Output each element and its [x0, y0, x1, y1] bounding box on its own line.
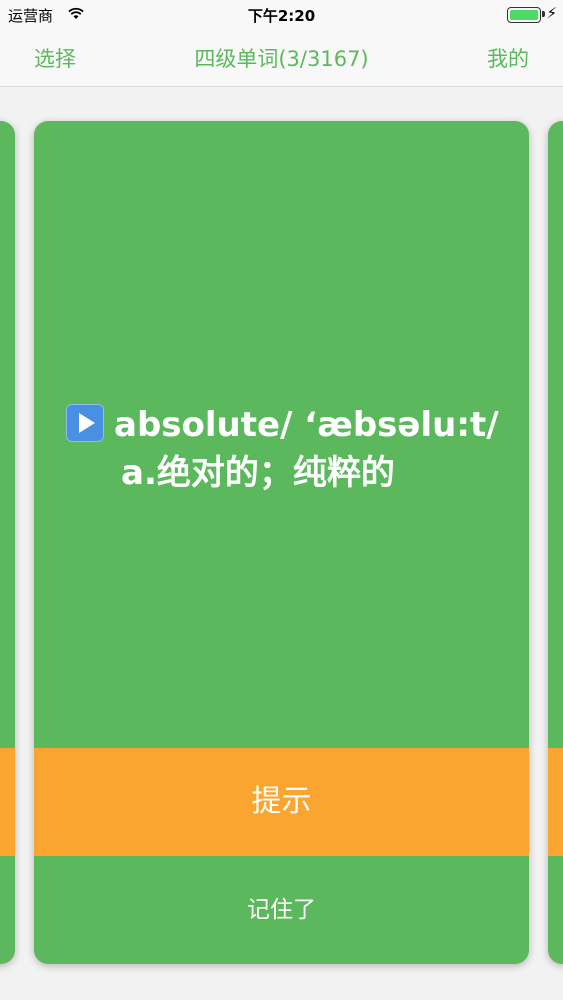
- battery-icon: [507, 7, 541, 23]
- card-carousel[interactable]: absolute/ ‘æbsəlu:t/ a.绝对的；纯粹的 提示 记住了: [0, 87, 563, 1000]
- clock: 下午2:20: [247, 7, 316, 25]
- next-card-hint-band: [548, 748, 563, 856]
- page-title: 四级单词(3/3167): [194, 47, 369, 71]
- charging-icon: ⚡: [546, 4, 557, 22]
- play-icon[interactable]: [66, 404, 104, 442]
- word-card[interactable]: absolute/ ‘æbsəlu:t/ a.绝对的；纯粹的 提示 记住了: [34, 121, 529, 964]
- previous-card-hint-band: [0, 748, 15, 856]
- word-meaning: a.绝对的；纯粹的: [121, 453, 395, 493]
- previous-card[interactable]: [0, 121, 15, 964]
- next-card[interactable]: [548, 121, 563, 964]
- word-pronunciation: absolute/ ‘æbsəlu:t/: [114, 405, 499, 445]
- mine-button[interactable]: 我的: [487, 43, 529, 73]
- hint-button[interactable]: 提示: [34, 748, 529, 856]
- word-block: absolute/ ‘æbsəlu:t/ a.绝对的；纯粹的: [66, 401, 509, 497]
- battery-cap: [542, 11, 545, 17]
- nav-bar: 选择 四级单词(3/3167) 我的: [0, 28, 563, 87]
- status-bar: 运营商 下午2:20 ⚡: [0, 0, 563, 28]
- remembered-button[interactable]: 记住了: [34, 856, 529, 964]
